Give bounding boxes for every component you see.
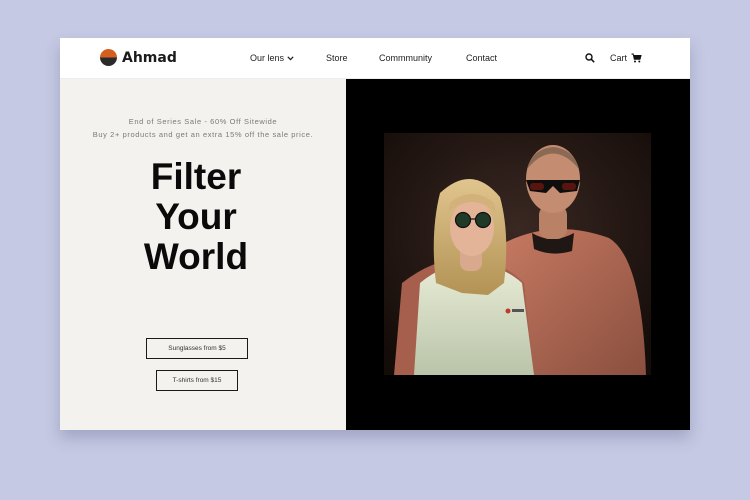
hero-image-panel [346,79,690,430]
hero-headline: Filter Your World [60,157,332,277]
chevron-down-icon [287,55,294,61]
headline-line-2: Your [155,196,237,237]
cart-label: Cart [610,53,628,63]
headline-line-1: Filter [150,156,242,197]
website-frame: Ahmad Our lens Store Commmunity Contact … [60,38,690,430]
headline-line-3: World [143,236,249,277]
search-icon [585,53,595,63]
nav-item-our-lens-label: Our lens [250,53,285,63]
nav-item-contact[interactable]: Contact [466,53,497,63]
couple-wearing-sunglasses-photo [384,133,651,375]
brand-logo[interactable]: Ahmad [100,49,177,66]
tshirts-cta-button[interactable]: T-shirts from $15 [156,370,238,391]
cart-icon [631,53,642,63]
nav-item-our-lens[interactable]: Our lens [250,53,294,63]
nav-item-community[interactable]: Commmunity [379,53,432,63]
promo-text-extra-discount: Buy 2+ products and get an extra 15% off… [92,130,314,139]
brand-name: Ahmad [122,49,177,66]
brand-logo-mark-icon [100,49,117,66]
promo-text-sale: End of Series Sale - 60% Off Sitewide [128,117,278,126]
nav-item-store[interactable]: Store [326,53,348,63]
hero-text-panel: End of Series Sale - 60% Off Sitewide Bu… [60,79,346,430]
sunglasses-cta-button[interactable]: Sunglasses from $5 [146,338,248,359]
top-navbar: Ahmad Our lens Store Commmunity Contact … [60,38,690,79]
cart-button[interactable]: Cart [610,53,642,63]
search-button[interactable] [585,53,595,63]
